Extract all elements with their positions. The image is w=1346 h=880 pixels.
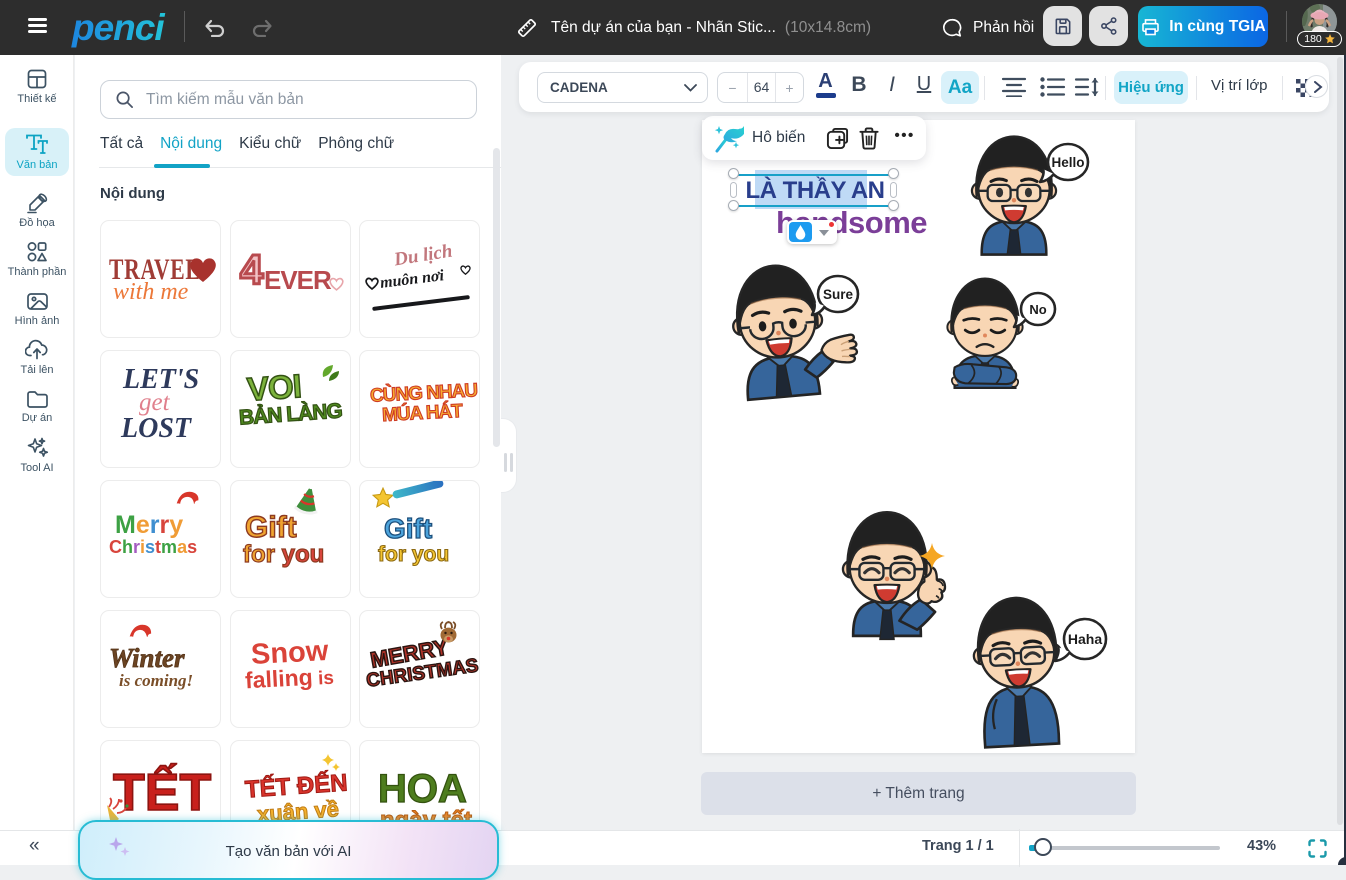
svg-text:No: No [1029, 302, 1046, 317]
svg-text:Sure: Sure [823, 287, 854, 302]
svg-text:Haha: Haha [1068, 631, 1102, 647]
svg-text:Hello: Hello [1051, 155, 1084, 170]
svg-text:penci: penci [71, 7, 165, 48]
